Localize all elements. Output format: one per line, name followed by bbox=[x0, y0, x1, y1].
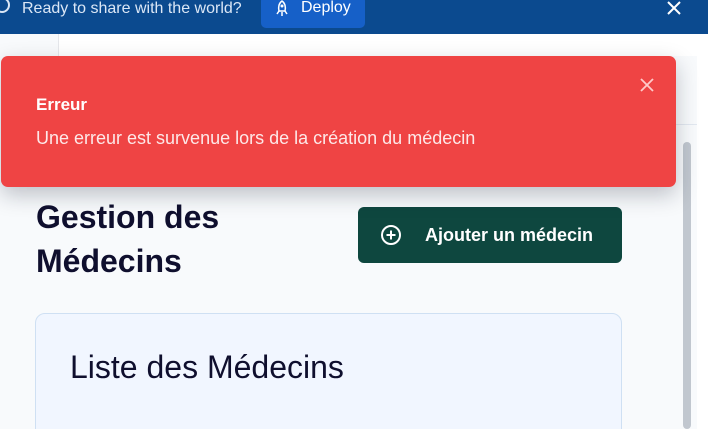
close-icon[interactable] bbox=[638, 76, 656, 94]
error-toast: Erreur Une erreur est survenue lors de l… bbox=[1, 56, 676, 187]
plus-circle-icon bbox=[381, 225, 401, 245]
window-edge bbox=[697, 34, 708, 429]
rocket-icon bbox=[276, 0, 288, 16]
app-header bbox=[58, 34, 697, 56]
deploy-button[interactable]: Deploy bbox=[261, 0, 365, 28]
card-title: Liste des Médecins bbox=[70, 349, 344, 385]
scrollbar[interactable] bbox=[683, 142, 691, 429]
partial-icon bbox=[0, 0, 10, 13]
toast-title: Erreur bbox=[36, 95, 88, 114]
doctors-list-card: Liste des Médecins bbox=[35, 313, 622, 429]
close-icon[interactable] bbox=[664, 0, 684, 18]
page-title: Gestion des Médecins bbox=[36, 199, 220, 279]
toast-message: Une erreur est survenue lors de la créat… bbox=[36, 128, 476, 148]
banner-message: Ready to share with the world? bbox=[22, 0, 242, 17]
add-doctor-label: Ajouter un médecin bbox=[425, 225, 594, 245]
deploy-label: Deploy bbox=[301, 0, 351, 16]
add-doctor-button[interactable]: Ajouter un médecin bbox=[358, 207, 622, 263]
top-banner: Ready to share with the world? Deploy bbox=[0, 0, 708, 34]
